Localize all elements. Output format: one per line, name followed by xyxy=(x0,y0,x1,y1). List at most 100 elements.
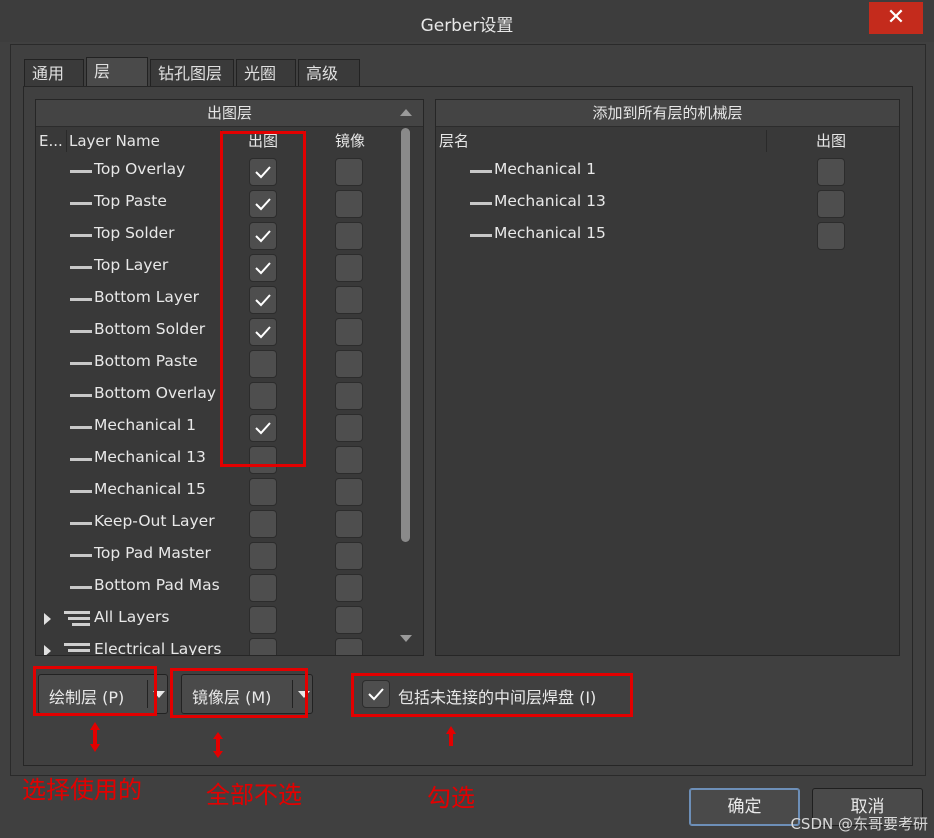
layer-row[interactable]: Bottom Pad Mas xyxy=(36,571,423,603)
ok-button[interactable]: 确定 xyxy=(689,788,800,826)
layer-name: Top Paste xyxy=(94,192,167,210)
plot-checkbox[interactable] xyxy=(249,638,277,655)
layer-row[interactable]: Bottom Solder xyxy=(36,315,423,347)
mirror-checkbox[interactable] xyxy=(335,542,363,570)
scroll-thumb[interactable] xyxy=(401,128,410,542)
layer-line-icon xyxy=(70,234,92,237)
layer-line-icon xyxy=(70,170,92,173)
plot-checkbox[interactable] xyxy=(249,606,277,634)
layer-name: Bottom Pad Mas xyxy=(94,576,220,594)
plot-checkbox[interactable] xyxy=(249,190,277,218)
plot-checkbox[interactable] xyxy=(249,350,277,378)
expand-arrow-icon[interactable] xyxy=(44,645,51,655)
plot-checkbox[interactable] xyxy=(249,542,277,570)
layer-name: Mechanical 13 xyxy=(94,448,206,466)
plot-checkbox[interactable] xyxy=(249,222,277,250)
mirror-checkbox[interactable] xyxy=(335,350,363,378)
mirror-checkbox[interactable] xyxy=(335,638,363,655)
layer-line-icon xyxy=(70,266,92,269)
mirror-checkbox[interactable] xyxy=(335,478,363,506)
plot-layers-dropdown[interactable]: 绘制层 (P) xyxy=(38,674,168,714)
tab-layers[interactable]: 层 xyxy=(86,57,148,88)
plot-checkbox[interactable] xyxy=(249,574,277,602)
mirror-checkbox[interactable] xyxy=(335,446,363,474)
title-bar: Gerber设置 ✕ xyxy=(0,0,934,42)
tab-apertures[interactable]: 光圈 xyxy=(236,59,296,86)
plot-checkbox[interactable] xyxy=(249,446,277,474)
plot-checkbox[interactable] xyxy=(249,158,277,186)
layer-group-row[interactable]: All Layers xyxy=(36,603,423,635)
include-unconnected-pads-label[interactable]: 包括未连接的中间层焊盘 (I) xyxy=(398,684,596,708)
plot-checkbox[interactable] xyxy=(249,254,277,282)
plot-checkbox[interactable] xyxy=(249,286,277,314)
annotation-deselect-all: 全部不选 xyxy=(206,781,302,809)
plot-checkbox[interactable] xyxy=(249,382,277,410)
plot-checkbox[interactable] xyxy=(249,414,277,442)
include-unconnected-pads-checkbox[interactable] xyxy=(362,680,390,708)
layer-line-icon xyxy=(70,298,92,301)
scroll-down-icon[interactable] xyxy=(400,635,412,642)
layer-row[interactable]: Top Pad Master xyxy=(36,539,423,571)
close-button[interactable]: ✕ xyxy=(869,2,923,34)
mechanical-layers-title: 添加到所有层的机械层 xyxy=(436,100,899,127)
col-plot[interactable]: 出图 xyxy=(226,128,300,154)
layer-name: Top Solder xyxy=(94,224,175,242)
layer-row[interactable]: Mechanical 15 xyxy=(36,475,423,507)
mech-layer-row[interactable]: Mechanical 1 xyxy=(436,155,899,187)
layer-row[interactable]: Bottom Overlay xyxy=(36,379,423,411)
layer-name: Mechanical 1 xyxy=(94,416,196,434)
layer-name: Top Overlay xyxy=(94,160,186,178)
tab-drill-drawing[interactable]: 钻孔图层 xyxy=(150,59,234,86)
layer-row[interactable]: Bottom Paste xyxy=(36,347,423,379)
layer-group-name: All Layers xyxy=(94,608,170,626)
col-layer-name[interactable]: Layer Name xyxy=(69,128,219,154)
col-expand[interactable]: E... xyxy=(39,128,67,154)
col-mech-layer-name[interactable]: 层名 xyxy=(439,128,739,154)
mirror-checkbox[interactable] xyxy=(335,574,363,602)
check-icon xyxy=(255,326,271,339)
layer-row[interactable]: Bottom Layer xyxy=(36,283,423,315)
expand-arrow-icon[interactable] xyxy=(44,613,51,625)
layer-row[interactable]: Top Overlay xyxy=(36,155,423,187)
layer-stack-icon xyxy=(64,641,94,655)
layer-row[interactable]: Top Paste xyxy=(36,187,423,219)
scroll-up-icon[interactable] xyxy=(400,109,412,116)
plot-checkbox[interactable] xyxy=(249,510,277,538)
mirror-checkbox[interactable] xyxy=(335,222,363,250)
layer-stack-icon xyxy=(64,609,94,629)
mirror-checkbox[interactable] xyxy=(335,414,363,442)
mech-layer-row[interactable]: Mechanical 13 xyxy=(436,187,899,219)
mech-layer-row[interactable]: Mechanical 15 xyxy=(436,219,899,251)
mirror-checkbox[interactable] xyxy=(335,318,363,346)
layer-name: Top Pad Master xyxy=(94,544,211,562)
layer-row[interactable]: Top Solder xyxy=(36,219,423,251)
layer-row[interactable]: Keep-Out Layer xyxy=(36,507,423,539)
layer-group-row[interactable]: Electrical Layers xyxy=(36,635,423,655)
plot-checkbox[interactable] xyxy=(249,478,277,506)
tab-general[interactable]: 通用 xyxy=(24,59,84,86)
mirror-checkbox[interactable] xyxy=(335,510,363,538)
layer-line-icon xyxy=(70,554,92,557)
layer-line-icon xyxy=(70,586,92,589)
layer-row[interactable]: Mechanical 1 xyxy=(36,411,423,443)
mirror-checkbox[interactable] xyxy=(335,382,363,410)
mirror-checkbox[interactable] xyxy=(335,158,363,186)
mirror-checkbox[interactable] xyxy=(335,606,363,634)
col-mirror[interactable]: 镜像 xyxy=(308,128,392,154)
mirror-checkbox[interactable] xyxy=(335,286,363,314)
check-icon xyxy=(255,198,271,211)
mech-plot-checkbox[interactable] xyxy=(817,158,845,186)
layer-row[interactable]: Top Layer xyxy=(36,251,423,283)
plot-layers-scrollbar[interactable] xyxy=(398,104,414,644)
mirror-checkbox[interactable] xyxy=(335,254,363,282)
mirror-checkbox[interactable] xyxy=(335,190,363,218)
layer-row[interactable]: Mechanical 13 xyxy=(36,443,423,475)
plot-checkbox[interactable] xyxy=(249,318,277,346)
mech-plot-checkbox[interactable] xyxy=(817,222,845,250)
layer-name: Keep-Out Layer xyxy=(94,512,215,530)
tab-advanced[interactable]: 高级 xyxy=(298,59,360,86)
mech-plot-checkbox[interactable] xyxy=(817,190,845,218)
col-mech-plot[interactable]: 出图 xyxy=(771,128,891,154)
check-icon xyxy=(255,294,271,307)
mirror-layers-dropdown[interactable]: 镜像层 (M) xyxy=(181,674,313,714)
